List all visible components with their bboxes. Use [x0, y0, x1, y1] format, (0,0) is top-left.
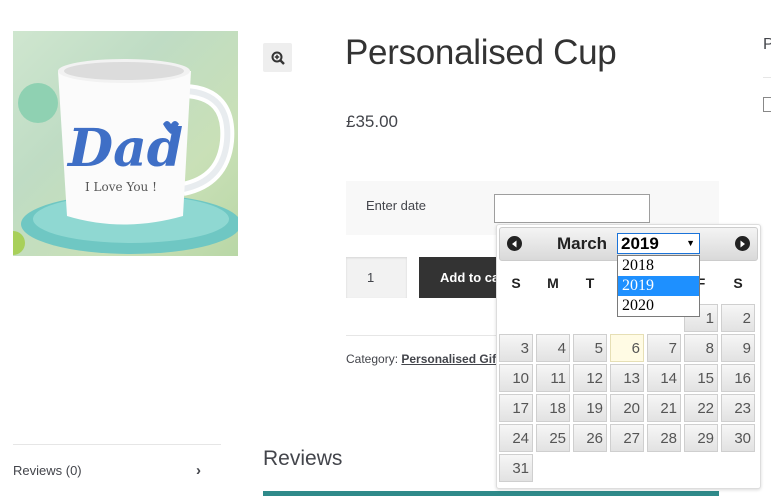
calendar-day[interactable]: 15 — [684, 364, 718, 392]
chevron-right-icon — [740, 240, 745, 247]
sidebar-select-partial[interactable] — [763, 97, 771, 112]
calendar-day[interactable]: 13 — [610, 364, 644, 392]
reviews-heading: Reviews — [263, 447, 343, 470]
calendar-day[interactable]: 16 — [721, 364, 755, 392]
calendar-day[interactable]: 22 — [684, 394, 718, 422]
mug-illustration: Dad I Love You ! — [13, 59, 238, 255]
calendar-day[interactable]: 11 — [536, 364, 570, 392]
weekday-header: T — [585, 275, 595, 291]
calendar-day[interactable]: 30 — [721, 424, 755, 452]
product-price: £35.00 — [346, 112, 398, 131]
year-option[interactable]: 2019 — [618, 276, 699, 296]
chevron-right-icon: › — [196, 462, 201, 479]
category-link[interactable]: Personalised Gifti — [401, 352, 503, 366]
calendar-day[interactable]: 26 — [573, 424, 607, 452]
divider — [346, 335, 496, 336]
year-option[interactable]: 2020 — [618, 296, 699, 316]
calendar-day[interactable]: 8 — [684, 334, 718, 362]
calendar-day[interactable]: 29 — [684, 424, 718, 452]
datepicker-month: March — [557, 234, 608, 253]
year-option[interactable]: 2018 — [618, 256, 699, 276]
category-prefix: Category: — [346, 352, 402, 366]
product-category: Category: Personalised Gifti — [346, 352, 503, 366]
calendar-day[interactable]: 24 — [499, 424, 533, 452]
calendar-day[interactable]: 31 — [499, 454, 533, 482]
weekday-header: S — [511, 275, 521, 291]
calendar-day-today[interactable]: 6 — [610, 334, 644, 362]
zoom-button[interactable] — [263, 43, 292, 72]
next-month-button[interactable] — [735, 236, 750, 251]
calendar-day[interactable]: 19 — [573, 394, 607, 422]
mug-text-love: I Love You ! — [85, 180, 157, 194]
calendar-day[interactable]: 9 — [721, 334, 755, 362]
calendar-day[interactable]: 28 — [647, 424, 681, 452]
calendar-day[interactable]: 17 — [499, 394, 533, 422]
calendar-day[interactable]: 3 — [499, 334, 533, 362]
calendar-day[interactable]: 5 — [573, 334, 607, 362]
calendar-day[interactable]: 23 — [721, 394, 755, 422]
calendar-day[interactable]: 21 — [647, 394, 681, 422]
date-input[interactable] — [494, 194, 650, 223]
product-image[interactable]: Dad I Love You ! — [13, 31, 238, 256]
magnify-plus-icon — [271, 51, 285, 65]
calendar-day[interactable]: 25 — [536, 424, 570, 452]
reviews-accent-bar — [263, 491, 719, 496]
dropdown-arrow-icon: ▼ — [686, 238, 695, 248]
quantity-input[interactable] — [346, 257, 407, 298]
calendar-day[interactable]: 18 — [536, 394, 570, 422]
prev-month-button[interactable] — [507, 236, 522, 251]
tab-reviews[interactable]: Reviews (0) — [13, 463, 82, 478]
calendar-day[interactable]: 4 — [536, 334, 570, 362]
calendar-day[interactable]: 2 — [721, 304, 755, 332]
year-dropdown-list: 2018 2019 2020 — [617, 255, 700, 317]
weekday-header: S — [733, 275, 743, 291]
sidebar-heading-partial: P — [763, 36, 771, 53]
calendar-day[interactable]: 27 — [610, 424, 644, 452]
product-title: Personalised Cup — [345, 33, 617, 72]
year-select-value: 2019 — [621, 234, 659, 253]
sidebar-divider — [763, 77, 771, 78]
addon-date-label: Enter date — [366, 198, 426, 213]
weekday-header: M — [547, 275, 559, 291]
year-select[interactable]: 2019 ▼ — [617, 233, 700, 254]
calendar-day[interactable]: 7 — [647, 334, 681, 362]
calendar-day[interactable]: 14 — [647, 364, 681, 392]
tabs-divider — [13, 444, 221, 445]
calendar-day[interactable]: 12 — [573, 364, 607, 392]
calendar-day[interactable]: 20 — [610, 394, 644, 422]
calendar-day[interactable]: 10 — [499, 364, 533, 392]
chevron-left-icon — [512, 240, 517, 247]
